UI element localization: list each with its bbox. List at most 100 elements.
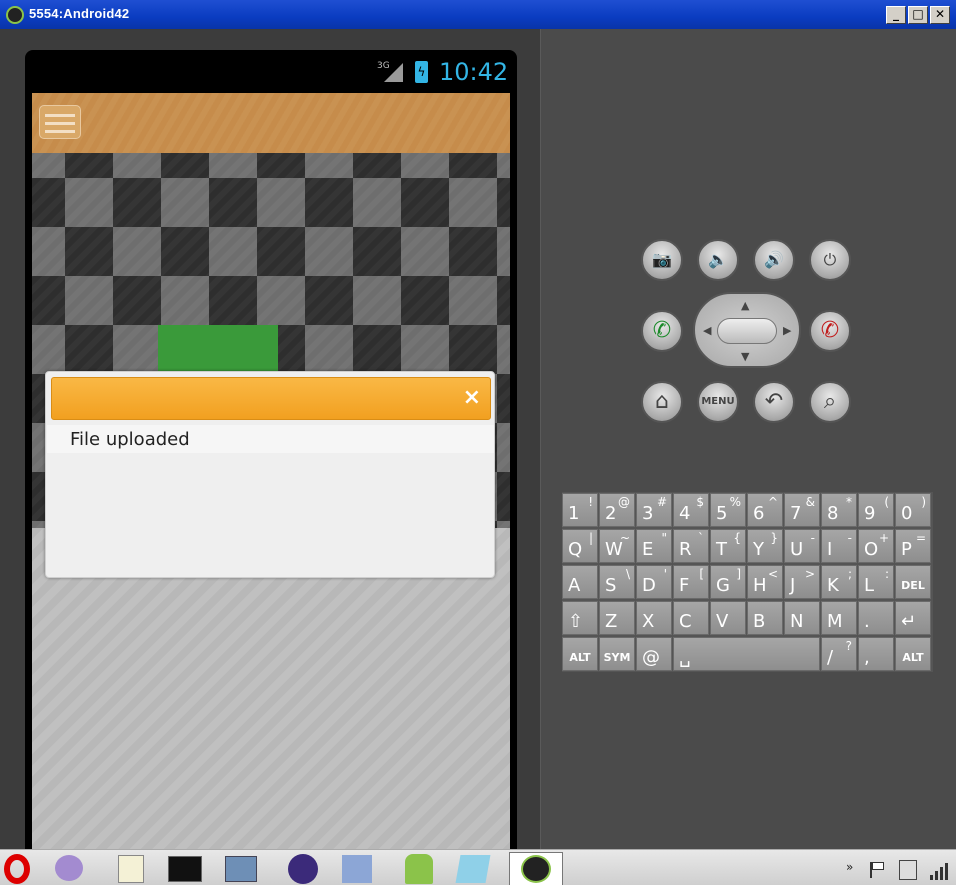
window-title-bar[interactable]: 5554:Android42 _ □ ✕: [0, 0, 956, 29]
key-e[interactable]: E ": [636, 529, 672, 563]
dpad-right-icon[interactable]: ▶: [783, 324, 791, 337]
notepad-plus-icon[interactable]: [452, 852, 494, 885]
key-8[interactable]: 8 *: [821, 493, 857, 527]
board-cell[interactable]: [209, 178, 257, 227]
dpad-left-icon[interactable]: ◀: [703, 324, 711, 337]
board-cell[interactable]: [449, 325, 497, 374]
board-cell[interactable]: [497, 227, 510, 276]
key-1[interactable]: 1!: [562, 493, 598, 527]
dpad-center-button[interactable]: [717, 318, 777, 344]
home-icon[interactable]: ⌂: [641, 381, 683, 423]
key-x[interactable]: X: [636, 601, 672, 635]
board-cell[interactable]: [32, 227, 65, 276]
board-cell[interactable]: [353, 276, 401, 325]
board-cell[interactable]: [32, 178, 65, 227]
network-bars-icon[interactable]: [930, 860, 948, 880]
key-h[interactable]: H <: [747, 565, 783, 599]
board-cell[interactable]: [401, 325, 449, 374]
board-cell[interactable]: [497, 178, 510, 227]
board-cell[interactable]: [305, 178, 353, 227]
call-icon[interactable]: ✆: [641, 310, 683, 352]
board-cell[interactable]: [113, 227, 161, 276]
board-cell[interactable]: [401, 227, 449, 276]
board-cell[interactable]: [65, 153, 113, 178]
board-cell[interactable]: [449, 227, 497, 276]
messenger-icon[interactable]: [48, 852, 90, 885]
board-cell[interactable]: [161, 227, 209, 276]
board-cell[interactable]: [161, 153, 209, 178]
board-cell[interactable]: [65, 227, 113, 276]
board-cell[interactable]: [401, 153, 449, 178]
camera-icon[interactable]: 📷: [641, 239, 683, 281]
board-cell[interactable]: [353, 227, 401, 276]
search-icon[interactable]: ⌕: [809, 381, 851, 423]
board-cell[interactable]: [65, 325, 113, 374]
key-q[interactable]: Q |: [562, 529, 598, 563]
board-cell[interactable]: [257, 276, 305, 325]
key-d[interactable]: D ': [636, 565, 672, 599]
key-4[interactable]: 4 $: [673, 493, 709, 527]
minimize-button[interactable]: _: [886, 6, 906, 24]
volume-down-icon[interactable]: 🔈: [697, 239, 739, 281]
key-l[interactable]: L:: [858, 565, 894, 599]
key-t[interactable]: T{: [710, 529, 746, 563]
end-call-icon[interactable]: ✆: [809, 310, 851, 352]
key-n[interactable]: N: [784, 601, 820, 635]
key-b[interactable]: B: [747, 601, 783, 635]
board-cell[interactable]: [305, 276, 353, 325]
key-7[interactable]: 7 &: [784, 493, 820, 527]
command-prompt-icon[interactable]: [164, 852, 206, 885]
board-cell[interactable]: [305, 153, 353, 178]
board-cell[interactable]: [32, 153, 65, 178]
board-cell[interactable]: [353, 325, 401, 374]
board-cell[interactable]: [257, 153, 305, 178]
board-cell[interactable]: [209, 276, 257, 325]
key-c[interactable]: C: [673, 601, 709, 635]
key-9[interactable]: 9(: [858, 493, 894, 527]
key-symbol[interactable]: ,: [858, 637, 894, 671]
board-cell[interactable]: [401, 276, 449, 325]
key-s[interactable]: S \: [599, 565, 635, 599]
board-cell[interactable]: [449, 153, 497, 178]
dpad[interactable]: ▲ ▼ ◀ ▶: [693, 292, 801, 368]
android-sdk-icon[interactable]: [398, 852, 440, 885]
board-cell[interactable]: [449, 276, 497, 325]
selected-tile[interactable]: [158, 325, 278, 375]
key-k[interactable]: K;: [821, 565, 857, 599]
hamburger-menu-icon[interactable]: [39, 105, 81, 139]
key-alt[interactable]: ALT: [895, 637, 931, 671]
key-del[interactable]: DEL: [895, 565, 931, 599]
close-button[interactable]: ✕: [930, 6, 950, 24]
dpad-up-icon[interactable]: ▲: [741, 299, 749, 312]
key-symbol[interactable]: @: [636, 637, 672, 671]
key-space[interactable]: ␣: [673, 637, 820, 671]
board-cell[interactable]: [353, 178, 401, 227]
network-computer-icon[interactable]: [220, 852, 262, 885]
menu-button[interactable]: MENU: [697, 381, 739, 423]
key-i[interactable]: I-: [821, 529, 857, 563]
power-icon[interactable]: ⏻: [809, 239, 851, 281]
key-o[interactable]: O +: [858, 529, 894, 563]
board-cell[interactable]: [497, 325, 510, 374]
tray-expand-icon[interactable]: »: [846, 860, 853, 874]
maximize-button[interactable]: □: [908, 6, 928, 24]
volume-up-icon[interactable]: 🔊: [753, 239, 795, 281]
eclipse-icon[interactable]: [282, 852, 324, 885]
key-0[interactable]: 0): [895, 493, 931, 527]
key-f[interactable]: F[: [673, 565, 709, 599]
key-v[interactable]: V: [710, 601, 746, 635]
board-cell[interactable]: [497, 423, 510, 472]
key-3[interactable]: 3 #: [636, 493, 672, 527]
visual-studio-icon[interactable]: [336, 852, 378, 885]
board-cell[interactable]: [209, 227, 257, 276]
key-p[interactable]: P =: [895, 529, 931, 563]
key-a[interactable]: A: [562, 565, 598, 599]
board-cell[interactable]: [161, 276, 209, 325]
board-cell[interactable]: [113, 276, 161, 325]
key-5[interactable]: 5%: [710, 493, 746, 527]
key-m[interactable]: M: [821, 601, 857, 635]
key-symbol[interactable]: .: [858, 601, 894, 635]
board-cell[interactable]: [497, 472, 510, 521]
key-sym[interactable]: SYM: [599, 637, 635, 671]
action-center-flag-icon[interactable]: [870, 862, 886, 878]
